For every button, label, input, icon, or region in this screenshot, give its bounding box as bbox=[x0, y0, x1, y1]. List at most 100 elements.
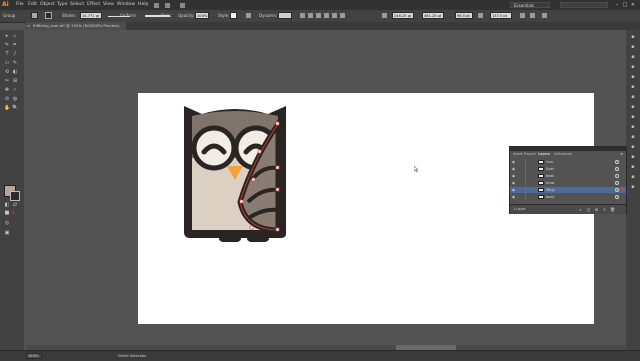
menu-help[interactable]: Help bbox=[138, 2, 148, 7]
align-right-icon[interactable] bbox=[316, 13, 321, 18]
layer-name[interactable]: icon bbox=[546, 159, 553, 165]
screen-mode-icon[interactable]: ▣ bbox=[4, 230, 10, 236]
recolor-artwork-icon[interactable] bbox=[246, 13, 251, 18]
free-transform-tool-icon[interactable]: ✥ bbox=[4, 87, 10, 93]
panel-menu-icon[interactable]: ≡ bbox=[620, 151, 623, 156]
swatches-panel-icon[interactable]: ▪ bbox=[629, 44, 637, 50]
layer-row[interactable]: ◉ Eyes bbox=[510, 166, 626, 172]
menu-window[interactable]: Window bbox=[117, 2, 135, 7]
tab-layers[interactable]: Layers bbox=[536, 151, 552, 157]
selection-tool-icon[interactable]: ▸ bbox=[4, 33, 10, 39]
layer-name[interactable]: brow bbox=[546, 180, 554, 186]
graphic-styles-panel-icon[interactable]: ▪ bbox=[629, 114, 637, 120]
color-panel-icon[interactable]: ▪ bbox=[629, 34, 637, 40]
owl-illustration[interactable] bbox=[180, 102, 290, 242]
y-position-field[interactable]: 461.25 pt bbox=[422, 12, 444, 19]
transparency-panel-icon[interactable]: ▪ bbox=[629, 94, 637, 100]
close-window-button[interactable]: ✕ bbox=[630, 2, 636, 8]
visibility-eye-icon[interactable]: ◉ bbox=[512, 195, 516, 199]
shape-builder-tool-icon[interactable]: ⊞ bbox=[12, 78, 18, 84]
blend-tool-icon[interactable]: ◍ bbox=[12, 96, 18, 102]
layer-name[interactable]: Eyes bbox=[546, 166, 554, 172]
layer-target-icon[interactable] bbox=[615, 174, 619, 178]
constrain-proportions-icon[interactable] bbox=[478, 13, 483, 18]
pen-tool-icon[interactable]: ✒ bbox=[12, 42, 18, 48]
layer-name[interactable]: body bbox=[546, 194, 554, 200]
gpu-performance-icon[interactable] bbox=[180, 3, 185, 8]
eyedropper-tool-icon[interactable]: ⊘ bbox=[4, 96, 10, 102]
default-colors-icon[interactable]: ◧ bbox=[4, 202, 10, 208]
maximize-button[interactable]: □ bbox=[622, 2, 628, 8]
menu-view[interactable]: View bbox=[103, 2, 114, 7]
layer-target-icon[interactable] bbox=[615, 188, 619, 192]
type-tool-icon[interactable]: T bbox=[4, 51, 10, 57]
layer-row[interactable]: ◉ icon bbox=[510, 159, 626, 165]
align-left-icon[interactable] bbox=[300, 13, 305, 18]
bridge-icon[interactable] bbox=[154, 3, 159, 8]
type-panel-icon[interactable]: ▪ bbox=[629, 184, 637, 190]
layer-target-icon[interactable] bbox=[615, 181, 619, 185]
gradient-panel-icon[interactable]: ▪ bbox=[629, 84, 637, 90]
direct-selection-tool-icon[interactable]: ▹ bbox=[12, 33, 18, 39]
menu-file[interactable]: File bbox=[16, 2, 24, 7]
magic-wand-tool-icon[interactable]: ✎ bbox=[4, 42, 10, 48]
swap-colors-icon[interactable]: ⇄ bbox=[12, 202, 18, 208]
hand-tool-icon[interactable]: ✋ bbox=[4, 105, 10, 111]
search-icon[interactable]: ⌕ bbox=[578, 207, 583, 212]
tab-artboards[interactable]: Artboards bbox=[552, 151, 574, 157]
layer-target-icon[interactable] bbox=[615, 167, 619, 171]
stroke-weight-field[interactable]: 14.771 pt bbox=[80, 12, 102, 19]
visibility-eye-icon[interactable]: ◉ bbox=[512, 160, 516, 164]
delete-layer-icon[interactable]: 🗑 bbox=[610, 207, 615, 212]
layer-target-icon[interactable] bbox=[615, 160, 619, 164]
align-panel-icon[interactable]: ▪ bbox=[629, 154, 637, 160]
draw-mode-icon[interactable]: ◎ bbox=[4, 220, 10, 226]
paintbrush-tool-icon[interactable]: ✎ bbox=[12, 60, 18, 66]
control-menu-icon[interactable] bbox=[542, 13, 547, 18]
layer-name[interactable]: Wing bbox=[546, 187, 555, 193]
make-clipping-mask-icon[interactable]: ◫ bbox=[586, 207, 591, 212]
stroke-color-swatch[interactable] bbox=[45, 12, 52, 19]
x-position-field[interactable]: 246.25 pt bbox=[392, 12, 414, 19]
line-tool-icon[interactable]: / bbox=[12, 51, 18, 57]
scissors-tool-icon[interactable]: ✂ bbox=[4, 78, 10, 84]
layer-name[interactable]: beak bbox=[546, 173, 554, 179]
minimize-button[interactable]: – bbox=[614, 2, 620, 8]
arrange-documents-icon[interactable] bbox=[165, 3, 170, 8]
appearance-panel-icon[interactable]: ▪ bbox=[629, 104, 637, 110]
layer-row[interactable]: ◉ brow bbox=[510, 180, 626, 186]
new-layer-icon[interactable]: ＋ bbox=[602, 207, 607, 212]
create-sublayer-icon[interactable]: ⊞ bbox=[594, 207, 599, 212]
symbol-sprayer-tool-icon[interactable]: ☞ bbox=[12, 87, 18, 93]
symbols-panel-icon[interactable]: ▪ bbox=[629, 64, 637, 70]
menu-object[interactable]: Object bbox=[40, 2, 55, 7]
search-stock-input[interactable] bbox=[560, 2, 608, 8]
width-field[interactable]: 96.5 pt bbox=[455, 12, 473, 19]
menu-type[interactable]: Type bbox=[57, 2, 68, 7]
none-mode-icon[interactable]: ⊘ bbox=[10, 210, 16, 216]
dynamic-field[interactable] bbox=[278, 12, 292, 19]
uniform-label[interactable]: Uniform bbox=[120, 13, 136, 18]
rectangle-tool-icon[interactable]: ▭ bbox=[4, 60, 10, 66]
basic-brush-label[interactable]: Basic bbox=[161, 13, 172, 18]
layer-target-icon[interactable] bbox=[615, 195, 619, 199]
align-top-icon[interactable] bbox=[324, 13, 329, 18]
fill-color-swatch[interactable] bbox=[31, 12, 38, 19]
menu-edit[interactable]: Edit bbox=[28, 2, 37, 7]
links-panel-icon[interactable]: ▪ bbox=[629, 144, 637, 150]
align-bottom-icon[interactable] bbox=[340, 13, 345, 18]
height-field[interactable]: 137.5 pt bbox=[490, 12, 512, 19]
layer-row[interactable]: ◉ Wing bbox=[510, 187, 626, 193]
workspace-switcher[interactable]: Essentials bbox=[510, 2, 550, 8]
close-tab-icon[interactable]: × bbox=[27, 22, 30, 30]
visibility-eye-icon[interactable]: ◉ bbox=[512, 167, 516, 171]
tab-asset-export[interactable]: Asset Export bbox=[511, 151, 538, 157]
align-center-icon[interactable] bbox=[308, 13, 313, 18]
isolate-group-icon[interactable] bbox=[530, 13, 535, 18]
menu-effect[interactable]: Effect bbox=[87, 2, 100, 7]
brushes-panel-icon[interactable]: ▪ bbox=[629, 54, 637, 60]
graphic-style-swatch[interactable] bbox=[230, 12, 237, 19]
layers-panel-icon[interactable]: ▪ bbox=[629, 124, 637, 130]
zoom-tool-icon[interactable]: 🔍 bbox=[12, 105, 18, 111]
document-tab[interactable]: × Riffbling_icon.ai* @ 150% (RGB/GPU Pre… bbox=[26, 22, 126, 30]
